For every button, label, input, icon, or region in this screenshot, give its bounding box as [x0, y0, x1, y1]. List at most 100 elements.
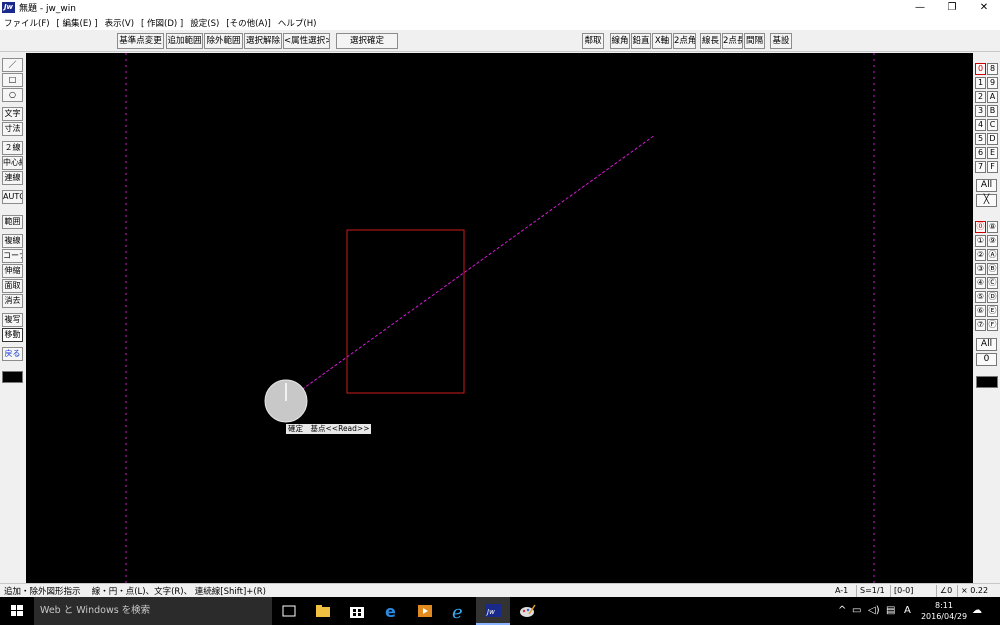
- layer-7[interactable]: ⑦: [975, 319, 986, 331]
- tool-offset[interactable]: 複線: [2, 234, 23, 248]
- menu-other[interactable]: [その他(A)]: [226, 17, 271, 29]
- tool-stretch[interactable]: 伸縮: [2, 264, 23, 278]
- layer-group-d[interactable]: D: [987, 133, 998, 145]
- layer-0[interactable]: ⓪: [975, 221, 986, 233]
- tool-circle[interactable]: ○: [2, 88, 23, 102]
- layer-zero-button[interactable]: 0: [976, 353, 997, 366]
- paint-button[interactable]: [510, 597, 544, 625]
- two-point-length-button[interactable]: 2点長: [722, 33, 743, 49]
- layer-group-e[interactable]: E: [987, 147, 998, 159]
- attribute-select-button[interactable]: <属性選択>: [283, 33, 330, 49]
- layer-group-6[interactable]: 6: [975, 147, 986, 159]
- x-axis-button[interactable]: X軸: [652, 33, 672, 49]
- line-angle-button[interactable]: 線角: [610, 33, 630, 49]
- layer-group-x-button[interactable]: ╳: [976, 194, 997, 207]
- system-clock[interactable]: 8:11 2016/04/29: [920, 600, 968, 622]
- layer-group-5[interactable]: 5: [975, 133, 986, 145]
- layer-group-7[interactable]: 7: [975, 161, 986, 173]
- notification-message-icon[interactable]: ▤: [886, 597, 895, 625]
- change-base-point-button[interactable]: 基準点変更: [117, 33, 164, 49]
- tool-connect-line[interactable]: 連線: [2, 171, 23, 185]
- exclude-range-button[interactable]: 除外範囲: [204, 33, 243, 49]
- tool-line[interactable]: ／: [2, 58, 23, 72]
- snap-take-button[interactable]: 鄰取: [582, 33, 604, 49]
- layer-f[interactable]: Ⓕ: [987, 319, 998, 331]
- layer-group-1[interactable]: 1: [975, 77, 986, 89]
- layer-field[interactable]: [0-0]: [890, 585, 913, 597]
- layer-group-3[interactable]: 3: [975, 105, 986, 117]
- menu-file[interactable]: ファイル(F): [4, 17, 50, 29]
- minimize-button[interactable]: —: [904, 0, 936, 15]
- tool-rectangle[interactable]: □: [2, 73, 23, 87]
- layer-group-2[interactable]: 2: [975, 91, 986, 103]
- internet-explorer-button[interactable]: e: [442, 597, 476, 625]
- layer-c[interactable]: Ⓒ: [987, 277, 998, 289]
- two-point-angle-button[interactable]: 2点角: [673, 33, 696, 49]
- start-button[interactable]: [0, 597, 34, 625]
- layer-group-f[interactable]: F: [987, 161, 998, 173]
- menu-help[interactable]: ヘルプ(H): [278, 17, 317, 29]
- tool-corner[interactable]: コーナー: [2, 249, 23, 263]
- ime-indicator[interactable]: A: [904, 597, 911, 625]
- zoom-field[interactable]: × 0.22: [957, 585, 988, 597]
- layer-color-swatch[interactable]: [976, 376, 998, 388]
- media-player-button[interactable]: [408, 597, 442, 625]
- drawing-canvas[interactable]: 確定 基点<<Read>>: [26, 53, 973, 583]
- tool-double-line[interactable]: ２線: [2, 141, 23, 155]
- layer-2[interactable]: ②: [975, 249, 986, 261]
- network-icon[interactable]: ▭: [852, 597, 861, 625]
- vertical-button[interactable]: 鉛直: [631, 33, 651, 49]
- layer-group-a[interactable]: A: [987, 91, 998, 103]
- layer-all-button[interactable]: All: [976, 338, 997, 351]
- clear-selection-button[interactable]: 選択解除: [244, 33, 282, 49]
- menu-view[interactable]: 表示(V): [105, 17, 134, 29]
- action-center-icon[interactable]: ☁: [972, 597, 982, 625]
- tool-copy[interactable]: 複写: [2, 313, 23, 327]
- add-range-button[interactable]: 追加範囲: [166, 33, 203, 49]
- close-button[interactable]: ✕: [968, 0, 1000, 15]
- layer-8[interactable]: ⑧: [987, 221, 998, 233]
- tray-overflow-chevron-icon[interactable]: ^: [838, 597, 846, 625]
- layer-d[interactable]: Ⓓ: [987, 291, 998, 303]
- tool-erase[interactable]: 消去: [2, 294, 23, 308]
- store-button[interactable]: [340, 597, 374, 625]
- layer-group-0[interactable]: 0: [975, 63, 986, 75]
- layer-a[interactable]: Ⓐ: [987, 249, 998, 261]
- layer-3[interactable]: ③: [975, 263, 986, 275]
- layer-group-4[interactable]: 4: [975, 119, 986, 131]
- tool-undo[interactable]: 戻る: [2, 347, 23, 361]
- layer-9[interactable]: ⑨: [987, 235, 998, 247]
- confirm-selection-button[interactable]: 選択確定: [336, 33, 398, 49]
- layer-4[interactable]: ④: [975, 277, 986, 289]
- file-explorer-button[interactable]: [306, 597, 340, 625]
- line-length-button[interactable]: 線長: [700, 33, 721, 49]
- base-settings-button[interactable]: 基設: [770, 33, 792, 49]
- layer-group-9[interactable]: 9: [987, 77, 998, 89]
- layer-group-b[interactable]: B: [987, 105, 998, 117]
- layer-e[interactable]: Ⓔ: [987, 305, 998, 317]
- volume-icon[interactable]: ◁): [868, 597, 880, 625]
- layer-6[interactable]: ⑥: [975, 305, 986, 317]
- layer-group-8[interactable]: 8: [987, 63, 998, 75]
- interval-button[interactable]: 間隔: [744, 33, 765, 49]
- line-type-swatch[interactable]: [2, 371, 23, 383]
- angle-field[interactable]: ∠0: [936, 585, 952, 597]
- tool-move[interactable]: 移動: [2, 328, 23, 342]
- tool-range[interactable]: 範囲: [2, 215, 23, 229]
- tool-center-line[interactable]: 中心線: [2, 156, 23, 170]
- tool-auto[interactable]: AUTO: [2, 190, 23, 204]
- task-view-button[interactable]: [272, 597, 306, 625]
- tool-dimension[interactable]: 寸法: [2, 122, 23, 136]
- paper-size-field[interactable]: A-1: [832, 585, 848, 597]
- layer-b[interactable]: Ⓑ: [987, 263, 998, 275]
- menu-edit[interactable]: [ 編集(E) ]: [57, 17, 98, 29]
- layer-5[interactable]: ⑤: [975, 291, 986, 303]
- maximize-button[interactable]: ❐: [936, 0, 968, 15]
- edge-browser-button[interactable]: e: [374, 597, 408, 625]
- drawn-rectangle[interactable]: [346, 229, 465, 394]
- layer-1[interactable]: ①: [975, 235, 986, 247]
- layer-group-all-button[interactable]: All: [976, 179, 997, 192]
- menu-settings[interactable]: 設定(S): [190, 17, 219, 29]
- menu-draw[interactable]: [ 作図(D) ]: [141, 17, 183, 29]
- tool-text[interactable]: 文字: [2, 107, 23, 121]
